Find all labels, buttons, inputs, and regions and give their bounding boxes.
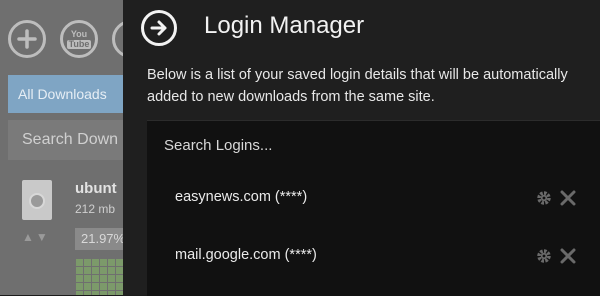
arrow-right-icon — [150, 20, 167, 36]
priority-arrows-icon[interactable]: ▲▼ — [22, 230, 50, 244]
youtube-icon-text-you: You — [70, 28, 88, 39]
login-row[interactable]: easynews.com (****) — [147, 178, 600, 218]
background-app: You Tube All Downloads Search Down ubunt… — [0, 0, 130, 295]
youtube-icon-text-tube: Tube — [66, 38, 92, 49]
description-text: Below is a list of your saved login deta… — [147, 67, 568, 105]
login-row[interactable]: mail.google.com (****) — [147, 236, 600, 276]
download-size: 212 mb — [75, 202, 116, 216]
close-icon[interactable] — [557, 187, 579, 209]
download-progress: 21.97% — [75, 228, 130, 250]
gear-icon[interactable] — [533, 245, 555, 267]
all-downloads-tab[interactable]: All Downloads — [8, 75, 130, 113]
back-button[interactable] — [141, 10, 177, 46]
plus-icon — [17, 29, 37, 49]
login-manager-panel: Login Manager Below is a list of your sa… — [123, 0, 600, 296]
search-logins-input[interactable] — [147, 121, 467, 169]
gear-icon[interactable] — [533, 187, 555, 209]
search-downloads-field[interactable]: Search Down — [8, 120, 130, 160]
download-name: ubunt — [75, 180, 117, 197]
login-list: easynews.com (****) mail.google.com (***… — [147, 120, 600, 296]
youtube-button[interactable]: You Tube — [60, 20, 98, 58]
piece-map — [75, 258, 130, 295]
add-download-button[interactable] — [8, 20, 46, 58]
disc-file-icon — [22, 180, 52, 220]
login-label: mail.google.com (****) — [175, 247, 317, 263]
close-icon[interactable] — [557, 245, 579, 267]
login-label: easynews.com (****) — [175, 189, 308, 205]
page-title: Login Manager — [204, 12, 365, 39]
